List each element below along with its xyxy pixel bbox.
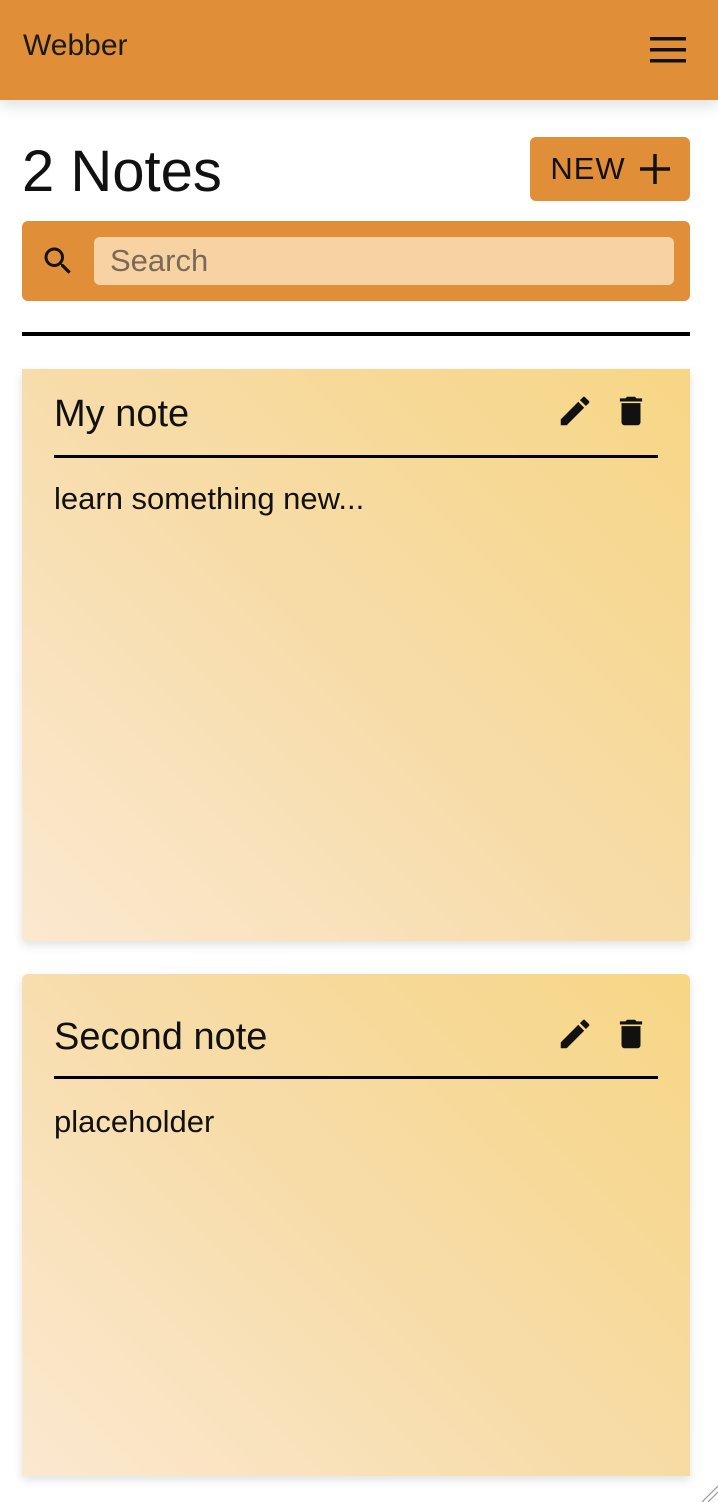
note-actions [556, 1014, 650, 1054]
menu-button[interactable] [648, 30, 688, 70]
notes-heading-row: 2 Notes NEW [22, 135, 690, 205]
note-header: Second note [54, 1014, 658, 1079]
app-title: Webber [23, 29, 128, 62]
note-body: learn something new... [54, 481, 365, 516]
delete-note-button[interactable] [612, 1014, 650, 1054]
hamburger-menu-icon [650, 37, 686, 63]
note-body: placeholder [54, 1104, 215, 1139]
app-bar: Webber [0, 0, 718, 100]
resize-grip-icon[interactable] [698, 1482, 718, 1502]
search-bar [22, 221, 690, 301]
pencil-icon [560, 396, 590, 426]
edit-note-button[interactable] [556, 1014, 594, 1054]
notes-count-title: 2 Notes [22, 139, 222, 204]
note-header: My note [54, 391, 658, 458]
note-title: Second note [54, 1016, 268, 1058]
note-card[interactable]: My note learn something new... [22, 369, 690, 941]
trash-icon [619, 1019, 643, 1049]
pencil-icon [560, 1019, 590, 1049]
plus-icon [639, 154, 670, 184]
divider [22, 332, 690, 336]
new-note-button[interactable]: NEW [530, 137, 690, 201]
search-icon [44, 247, 71, 274]
delete-note-button[interactable] [612, 391, 650, 431]
note-actions [556, 391, 650, 431]
trash-icon [619, 396, 643, 426]
note-title: My note [54, 393, 190, 435]
new-note-button-label: NEW [550, 151, 626, 186]
search-input[interactable] [94, 237, 674, 285]
note-card[interactable]: Second note placeholder [22, 974, 690, 1476]
edit-note-button[interactable] [556, 391, 594, 431]
